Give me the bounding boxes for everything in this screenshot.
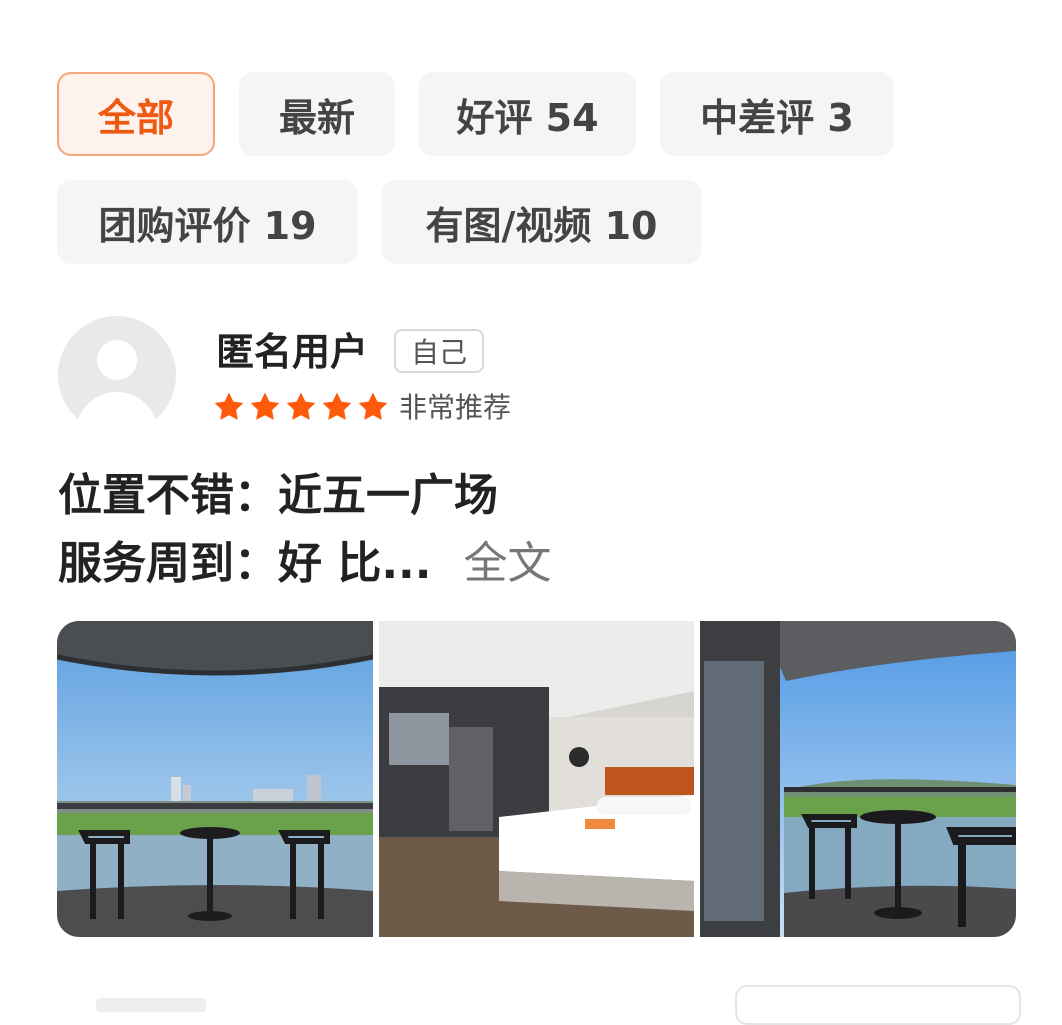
hotel-room-bed-photo-icon (379, 621, 694, 937)
balcony-city-view-photo-icon (57, 621, 373, 937)
reply-box[interactable] (735, 985, 1021, 1025)
filter-chip-neutral-negative[interactable]: 中差评 3 (660, 72, 894, 156)
user-name: 匿名用户 (216, 330, 369, 374)
star-icon (358, 392, 388, 420)
review-photo-3[interactable] (700, 621, 1016, 937)
star-icon (286, 392, 316, 420)
balcony-river-view-photo-icon (700, 621, 1016, 937)
filter-chip-positive[interactable]: 好评 54 (419, 72, 636, 156)
rating-text: 非常推荐 (399, 391, 512, 424)
avatar-body-shape (76, 392, 158, 434)
review-photo-1[interactable] (57, 621, 373, 937)
self-tag: 自己 (394, 329, 484, 373)
review-text-line-2: 服务周到：好 比... 全文 (58, 534, 551, 594)
avatar-head-shape (97, 340, 137, 380)
filter-chip-with-media[interactable]: 有图/视频 10 (382, 180, 701, 264)
review-photo-2[interactable] (379, 621, 694, 937)
star-icon (214, 392, 244, 420)
star-icon (322, 392, 352, 420)
avatar[interactable] (58, 316, 176, 434)
next-review-preview (96, 998, 206, 1012)
filter-chip-all[interactable]: 全部 (57, 72, 215, 156)
review-line-1-text: 位置不错：近五一广场 (58, 470, 498, 521)
star-icon (250, 392, 280, 420)
expand-full-text-link[interactable]: 全文 (463, 538, 551, 589)
review-text-line-1: 位置不错：近五一广场 (58, 466, 498, 526)
review-line-2-text: 服务周到：好 比... (58, 538, 432, 589)
star-rating (212, 390, 390, 424)
filter-chip-group-buy[interactable]: 团购评价 19 (57, 180, 358, 264)
filter-chip-latest[interactable]: 最新 (239, 72, 395, 156)
